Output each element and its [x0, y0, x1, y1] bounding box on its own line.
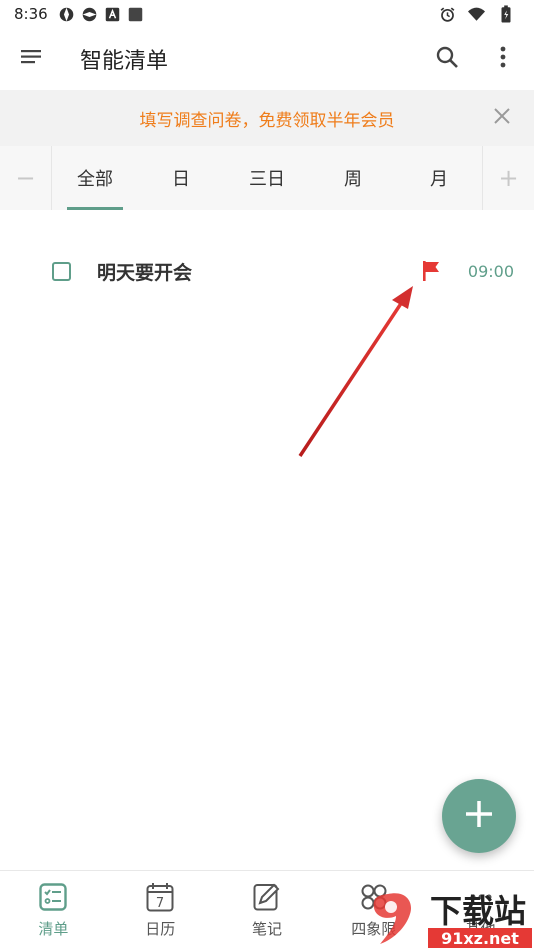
watermark-main: 下载站 — [430, 892, 526, 930]
app-bar: 智能清单 — [0, 28, 534, 90]
tab-day[interactable]: 日 — [138, 146, 224, 210]
task-time: 09:00 — [467, 261, 514, 281]
nav-item-calendar[interactable]: 7 日历 — [107, 871, 214, 950]
tab-next-button[interactable]: + — [482, 146, 534, 210]
tab-week[interactable]: 周 — [310, 146, 396, 210]
tab-month[interactable]: 月 — [396, 146, 482, 210]
nav-label: 清单 — [38, 920, 69, 938]
checklist-icon — [38, 882, 68, 912]
nav-label: 日历 — [145, 920, 176, 938]
task-checkbox[interactable] — [52, 261, 71, 281]
banner-text: 填写调查问卷，免费领取半年会员 — [139, 110, 395, 131]
nav-label: 笔记 — [251, 920, 282, 938]
svg-text:7: 7 — [156, 896, 164, 911]
battery-icon — [497, 5, 514, 23]
square-icon — [127, 6, 144, 23]
page-title: 智能清单 — [80, 49, 169, 74]
status-bar: 8:36 — [0, 0, 534, 28]
plus-icon — [464, 799, 494, 833]
flag-icon[interactable] — [420, 259, 444, 283]
note-edit-icon — [252, 882, 282, 912]
close-icon — [493, 107, 511, 129]
nav-item-list[interactable]: 清单 — [0, 871, 107, 950]
menu-button[interactable] — [14, 42, 48, 76]
banner-close-button[interactable] — [488, 104, 516, 132]
status-time: 8:36 — [14, 5, 48, 23]
more-vert-icon — [500, 46, 506, 72]
more-options-button[interactable] — [486, 42, 520, 76]
tab-all[interactable]: 全部 — [52, 146, 138, 210]
wifi-icon — [468, 6, 485, 23]
survey-banner[interactable]: 填写调查问卷，免费领取半年会员 — [0, 90, 534, 146]
a-icon — [104, 6, 121, 23]
aperture-icon — [58, 6, 75, 23]
add-task-button[interactable] — [442, 779, 516, 853]
watermark-logo: 下载站 91xz.net — [373, 892, 532, 948]
menu-icon — [21, 48, 41, 70]
search-icon — [435, 45, 459, 73]
tab-three-days[interactable]: 三日 — [224, 146, 310, 210]
calendar-icon: 7 — [145, 882, 175, 912]
aperture-icon — [81, 6, 98, 23]
task-title: 明天要开会 — [97, 261, 193, 284]
search-button[interactable] — [430, 42, 464, 76]
tab-prev-button[interactable]: − — [0, 146, 52, 210]
task-item[interactable]: 明天要开会 09:00 — [0, 246, 534, 296]
range-tabs: − 全部 日 三日 周 月 + — [0, 146, 534, 210]
alarm-icon — [439, 6, 456, 23]
watermark-site: 91xz.net — [441, 929, 519, 948]
nav-item-notes[interactable]: 笔记 — [214, 871, 321, 950]
